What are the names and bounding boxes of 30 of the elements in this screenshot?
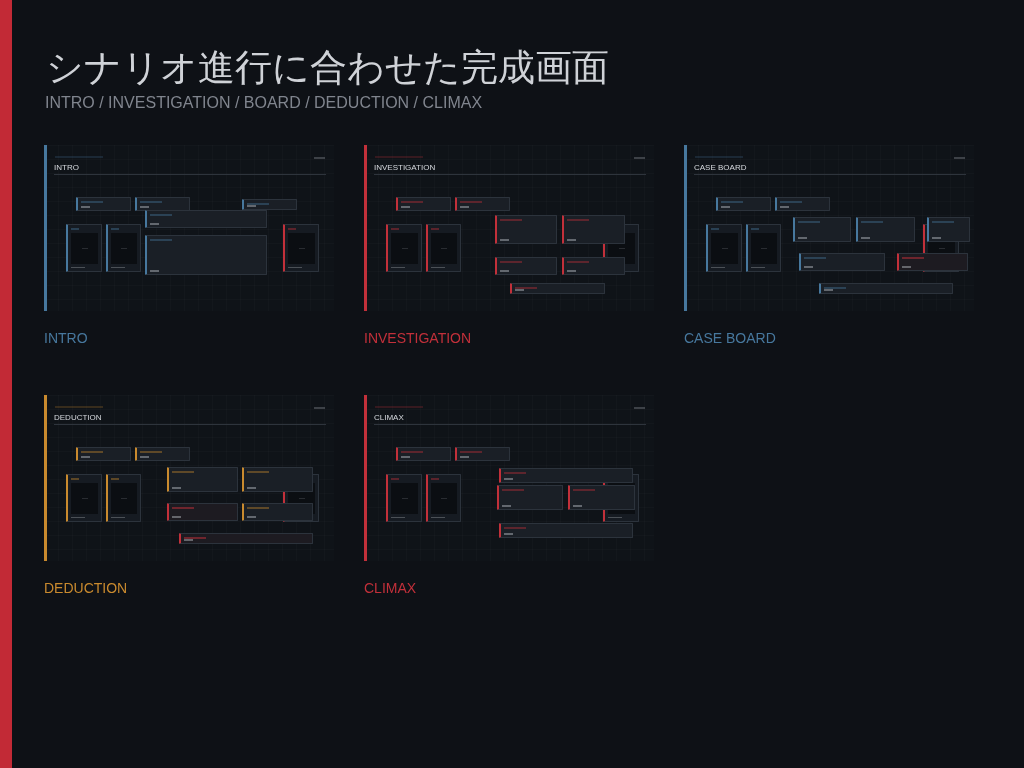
- portrait-placeholder: [751, 233, 777, 264]
- info-panel: [495, 215, 557, 244]
- info-panel: [455, 447, 510, 461]
- info-panel: [396, 197, 451, 211]
- screen-caption: INVESTIGATION: [364, 329, 473, 347]
- portrait-placeholder: [71, 233, 98, 264]
- screen-title: CASE BOARD: [694, 163, 748, 172]
- screen-title: CLIMAX: [374, 413, 405, 422]
- info-panel: [396, 447, 451, 461]
- info-panel: [497, 485, 563, 510]
- screen-caption: CLIMAX: [364, 579, 418, 597]
- screen-caption: DEDUCTION: [44, 579, 129, 597]
- info-panel: [495, 257, 557, 275]
- portrait-placeholder: [431, 233, 457, 264]
- portrait-placeholder: [391, 483, 418, 514]
- portrait-placeholder: [71, 483, 98, 514]
- info-panel: [455, 197, 510, 211]
- portrait-placeholder: [711, 233, 738, 264]
- page-title: シナリオ進行に合わせた完成画面: [46, 46, 610, 90]
- screen-caption: CASE BOARD: [684, 329, 777, 347]
- screen-title: INTRO: [54, 163, 80, 172]
- portrait-placeholder: [111, 233, 137, 264]
- portrait-placeholder: [111, 483, 137, 514]
- portrait-placeholder: [431, 483, 457, 514]
- screen-title: INVESTIGATION: [374, 163, 437, 172]
- portrait-placeholder: [288, 233, 315, 264]
- screen-title: DEDUCTION: [54, 413, 103, 422]
- page-subtitle: INTRO / INVESTIGATION / BOARD / DEDUCTION / CLIMAX: [45, 93, 484, 113]
- portrait-placeholder: [391, 233, 418, 264]
- screen-caption: INTRO: [44, 329, 89, 347]
